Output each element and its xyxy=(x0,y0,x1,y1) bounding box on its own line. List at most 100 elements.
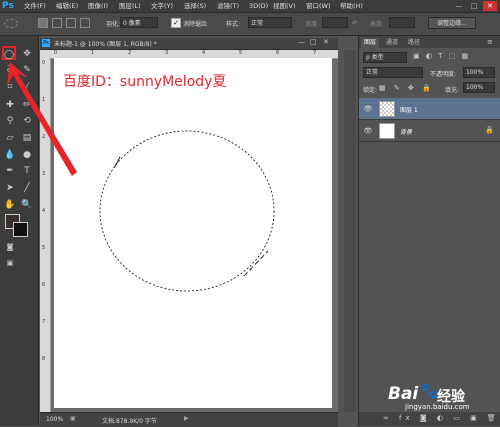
status-menu-arrow-icon[interactable]: ▶ xyxy=(184,415,189,422)
lasso-tool-icon[interactable]: ᘐ xyxy=(3,63,17,77)
maximize-button[interactable]: □ xyxy=(467,1,481,11)
ruler-tick: 5 xyxy=(239,50,243,56)
menu-type[interactable]: 文字(Y) xyxy=(151,1,173,11)
zoom-tool-icon[interactable]: 🔍 xyxy=(20,198,34,212)
ruler-corner xyxy=(40,50,50,58)
tab-channels[interactable]: 通道 xyxy=(383,38,401,48)
filter-type-select[interactable]: ρ 类型 xyxy=(363,52,407,63)
elliptical-selection[interactable] xyxy=(54,58,332,408)
menu-select[interactable]: 选择(S) xyxy=(184,1,206,11)
swap-icon[interactable]: ⇄ xyxy=(352,19,357,26)
panel-menu-icon[interactable]: ≡ xyxy=(487,38,493,46)
close-button[interactable]: ✕ xyxy=(483,1,497,11)
move-tool-icon[interactable]: ✥ xyxy=(20,47,34,61)
doc-maximize-button[interactable]: □ xyxy=(310,38,317,46)
minimize-button[interactable]: — xyxy=(452,1,466,11)
document-canvas[interactable]: 百度ID：sunnyMelody夏 xyxy=(54,58,332,408)
opacity-input[interactable]: 100% xyxy=(463,67,495,78)
menu-filter[interactable]: 滤镜(T) xyxy=(217,1,239,11)
menu-file[interactable]: 文件(F) xyxy=(24,1,46,11)
visibility-eye-icon[interactable]: 👁 xyxy=(363,126,373,136)
layer-row[interactable]: 👁 背景 🔒 xyxy=(359,120,500,142)
new-selection-icon[interactable] xyxy=(38,18,48,28)
menu-edit[interactable]: 编辑(E) xyxy=(56,1,78,11)
quick-select-tool-icon[interactable]: ✎ xyxy=(20,63,34,77)
line-tool-icon[interactable]: ╱ xyxy=(20,181,34,195)
height-input[interactable] xyxy=(389,17,415,28)
layer-thumbnail xyxy=(379,101,395,117)
ellipse-marquee-icon[interactable] xyxy=(4,19,18,28)
zoom-level[interactable]: 100% xyxy=(46,416,63,423)
ruler-tick: 0 xyxy=(54,50,58,56)
menu-layer[interactable]: 图层(L) xyxy=(119,1,141,11)
ruler-tick: 8 xyxy=(42,356,46,362)
refine-edge-button[interactable]: 调整边缘... xyxy=(428,17,476,29)
options-bar: 羽化: 0 像素 ✓ 消除锯齿 样式: 正常 宽度: ⇄ 高度: 调整边缘... xyxy=(0,13,500,36)
menu-window[interactable]: 窗口(W) xyxy=(306,1,331,11)
layer-name[interactable]: 图层 1 xyxy=(400,105,418,114)
doc-minimize-button[interactable]: — xyxy=(298,38,305,46)
tab-paths[interactable]: 路径 xyxy=(405,38,423,48)
ruler-tick: 1 xyxy=(42,97,46,103)
photoshop-logo: Ps xyxy=(2,1,14,11)
crop-tool-icon[interactable]: ⌗ xyxy=(3,80,17,94)
width-input[interactable] xyxy=(322,17,348,28)
menu-view[interactable]: 视图(V) xyxy=(273,1,296,11)
filter-icons[interactable]: ▣ ◐ T ⬚ ▦ xyxy=(413,52,470,60)
menu-3d[interactable]: 3D(D) xyxy=(249,1,268,11)
feather-label: 羽化: xyxy=(106,21,121,28)
brush-tool-icon[interactable]: ✏ xyxy=(20,98,34,112)
doc-close-button[interactable]: ✕ xyxy=(323,38,329,46)
antialias-checkbox[interactable]: ✓ xyxy=(171,18,181,28)
ruler-vertical[interactable]: 0 1 2 3 4 5 6 7 8 xyxy=(40,58,51,412)
subtract-selection-icon[interactable] xyxy=(66,18,76,28)
gradient-tool-icon[interactable]: ▤ xyxy=(20,131,34,145)
style-select[interactable]: 正常 xyxy=(248,17,292,28)
type-tool-icon[interactable]: T xyxy=(20,164,34,178)
baidu-paw-icon: 🐾 xyxy=(419,381,439,400)
ruler-tick: 3 xyxy=(42,171,46,177)
panel-footer-icons[interactable]: ∞ fx ◙ ◐ ▭ ▣ 🗑 xyxy=(383,414,500,422)
screen-mode-icon[interactable]: ▣ xyxy=(3,256,17,270)
add-selection-icon[interactable] xyxy=(52,18,62,28)
layer-name[interactable]: 背景 xyxy=(400,127,412,136)
pen-tool-icon[interactable]: ✒ xyxy=(3,164,17,178)
menu-bar: Ps 文件(F) 编辑(E) 图像(I) 图层(L) 文字(Y) 选择(S) 滤… xyxy=(0,0,500,13)
history-brush-icon[interactable]: ⟲ xyxy=(20,114,34,128)
antialias-label: 消除锯齿 xyxy=(183,21,208,28)
panel-footer: ∞ fx ◙ ◐ ▭ ▣ 🗑 xyxy=(359,412,500,426)
visibility-eye-icon[interactable]: 👁 xyxy=(363,104,373,114)
path-select-icon[interactable]: ➤ xyxy=(3,181,17,195)
menu-help[interactable]: 帮助(H) xyxy=(340,1,363,11)
export-icon[interactable]: ▣ xyxy=(70,415,76,422)
layers-panel: 图层 通道 路径 ≡ ρ 类型 ▣ ◐ T ⬚ ▦ 正常 不透明度: 100% … xyxy=(358,36,500,426)
intersect-selection-icon[interactable] xyxy=(80,18,90,28)
blur-tool-icon[interactable]: 💧 xyxy=(3,148,17,162)
width-label: 宽度: xyxy=(305,21,320,28)
elliptical-marquee-tool[interactable]: ◯ xyxy=(2,46,16,60)
clone-stamp-icon[interactable]: ⚲ xyxy=(3,114,17,128)
healing-brush-icon[interactable]: ✚ xyxy=(3,98,17,112)
style-label: 样式: xyxy=(226,21,241,28)
dodge-tool-icon[interactable]: ● xyxy=(20,148,34,162)
eyedropper-tool-icon[interactable]: ⁄ xyxy=(20,80,34,94)
menu-image[interactable]: 图像(I) xyxy=(88,1,108,11)
status-bar: 100% ▣ 文档:878.9K/0 字节 ▶ xyxy=(40,412,338,427)
quick-mask-icon[interactable]: ◙ xyxy=(3,240,17,254)
ruler-tick: 7 xyxy=(313,50,317,56)
eraser-tool-icon[interactable]: ▱ xyxy=(3,131,17,145)
ruler-tick: 4 xyxy=(42,208,46,214)
document-title[interactable]: 未标题-1 @ 100% (图层 1, RGB/8) * xyxy=(54,39,157,48)
layer-row[interactable]: 👁 图层 1 xyxy=(359,98,500,120)
lock-label: 锁定: xyxy=(363,87,378,94)
lock-icon: 🔒 xyxy=(485,126,494,134)
hand-tool-icon[interactable]: ✋ xyxy=(3,198,17,212)
feather-input[interactable]: 0 像素 xyxy=(120,17,158,28)
blend-mode-select[interactable]: 正常 xyxy=(363,67,423,78)
lock-icons[interactable]: ▦ ✎ ✥ 🔒 xyxy=(379,84,434,92)
background-color-swatch[interactable] xyxy=(13,222,28,237)
tab-layers[interactable]: 图层 xyxy=(361,38,380,48)
vertical-scrollbar[interactable] xyxy=(344,50,356,412)
fill-input[interactable]: 100% xyxy=(463,82,495,93)
ruler-tick: 0 xyxy=(42,60,46,66)
